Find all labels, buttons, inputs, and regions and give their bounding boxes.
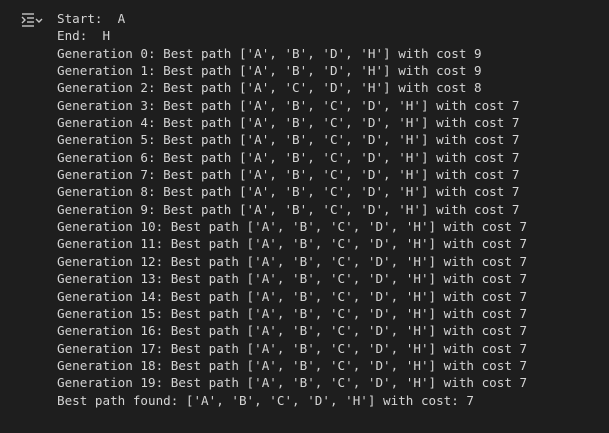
output-text: Start: A End: H Generation 0: Best path ['… (57, 10, 527, 409)
output-line-generation: Generation 3: Best path ['A', 'B', 'C', … (57, 97, 520, 113)
output-line-start: Start: A (57, 11, 126, 26)
output-collapse-icon[interactable] (21, 12, 43, 28)
output-line-generation: Generation 19: Best path ['A', 'B', 'C',… (57, 375, 528, 391)
output-line-generation: Generation 9: Best path ['A', 'B', 'C', … (57, 201, 520, 217)
cell-output: Start: A End: H Generation 0: Best path ['… (0, 0, 609, 433)
output-line-generation: Generation 16: Best path ['A', 'B', 'C',… (57, 323, 528, 339)
output-line-generation: Generation 0: Best path ['A', 'B', 'D', … (57, 45, 482, 61)
output-line-generation: Generation 15: Best path ['A', 'B', 'C',… (57, 305, 528, 321)
output-line-generation: Generation 10: Best path ['A', 'B', 'C',… (57, 219, 528, 235)
output-line-generation: Generation 11: Best path ['A', 'B', 'C',… (57, 236, 528, 252)
output-line-generation: Generation 14: Best path ['A', 'B', 'C',… (57, 288, 528, 304)
output-line-generation: Generation 7: Best path ['A', 'B', 'C', … (57, 167, 520, 183)
output-line-generation: Generation 18: Best path ['A', 'B', 'C',… (57, 357, 528, 373)
output-line-generation: Generation 6: Best path ['A', 'B', 'C', … (57, 149, 520, 165)
output-line-generation: Generation 2: Best path ['A', 'C', 'D', … (57, 80, 482, 96)
output-line-generation: Generation 5: Best path ['A', 'B', 'C', … (57, 132, 520, 148)
output-line-end: End: H (57, 28, 111, 44)
output-line-generation: Generation 1: Best path ['A', 'B', 'D', … (57, 63, 482, 79)
output-line-generation: Generation 4: Best path ['A', 'B', 'C', … (57, 115, 520, 131)
output-line-best-path: Best path found: ['A', 'B', 'C', 'D', 'H… (57, 392, 475, 408)
output-line-generation: Generation 8: Best path ['A', 'B', 'C', … (57, 184, 520, 200)
output-line-generation: Generation 17: Best path ['A', 'B', 'C',… (57, 340, 528, 356)
output-line-generation: Generation 12: Best path ['A', 'B', 'C',… (57, 253, 528, 269)
output-line-generation: Generation 13: Best path ['A', 'B', 'C',… (57, 271, 528, 287)
